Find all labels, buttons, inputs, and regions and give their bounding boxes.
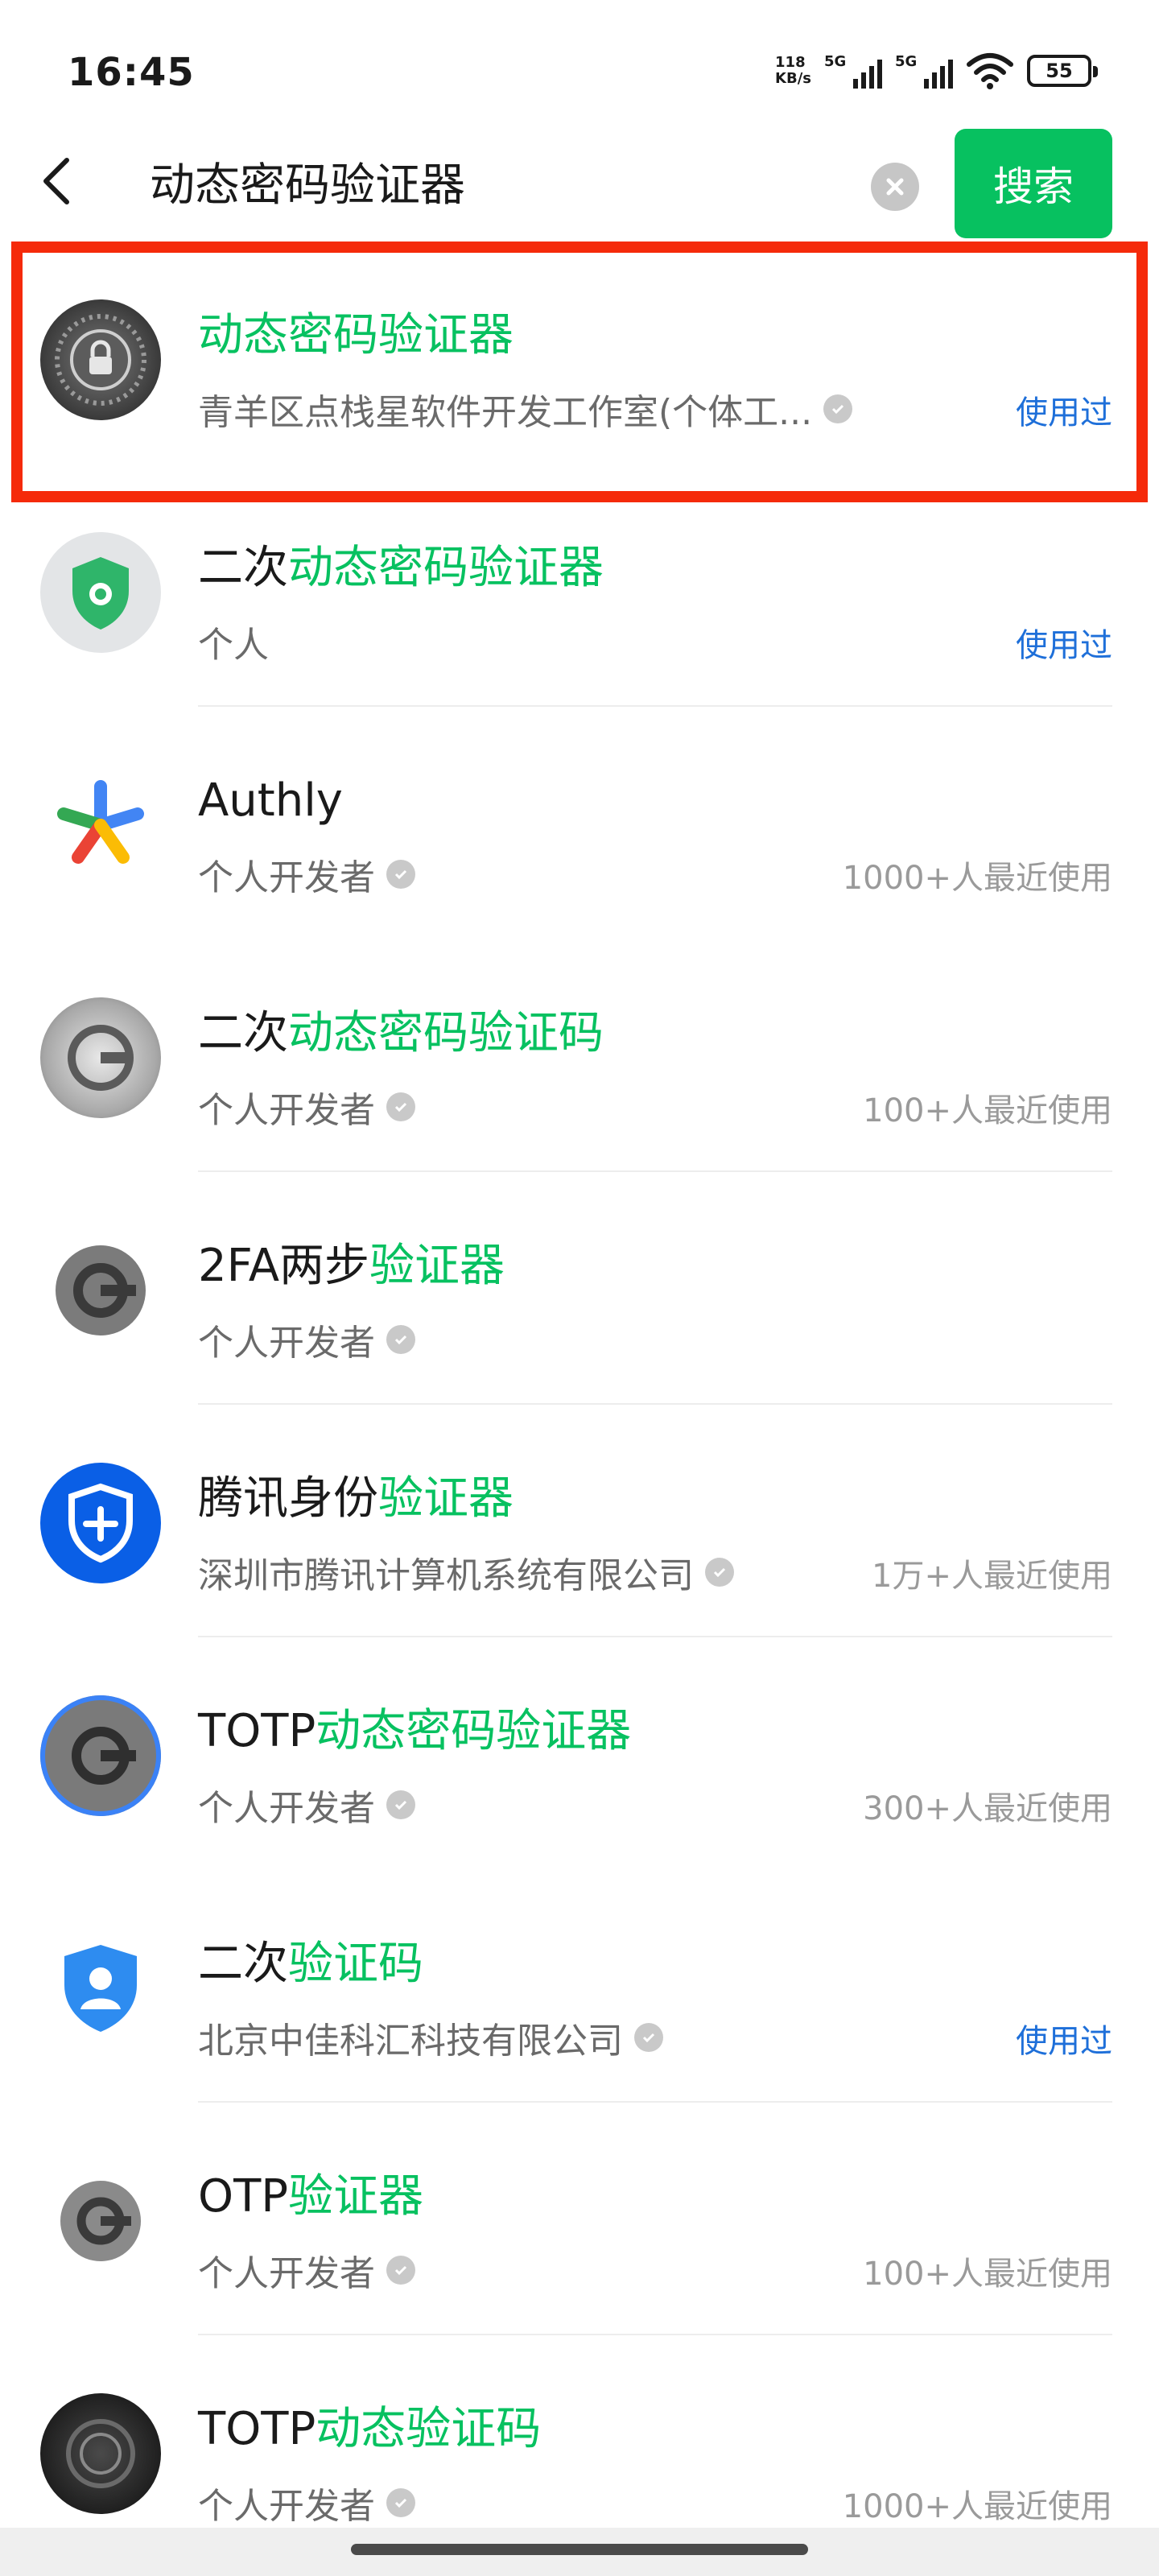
result-subtitle: 个人开发者	[198, 1081, 415, 1133]
verified-badge-icon	[386, 2256, 415, 2285]
result-title: 二次动态密码验证码	[198, 1007, 604, 1059]
result-item[interactable]: 腾讯身份验证器 深圳市腾讯计算机系统有限公司 1万+人最近使用	[0, 1405, 1159, 1637]
verified-badge-icon	[705, 1558, 734, 1587]
status-indicators: 118 KB/s 5G 5G 55	[775, 47, 1098, 95]
result-subtitle: 深圳市腾讯计算机系统有限公司	[198, 1546, 734, 1598]
search-input[interactable]	[150, 153, 842, 209]
result-subtitle: 北京中佳科汇科技有限公司	[198, 2012, 663, 2063]
back-button[interactable]	[24, 149, 89, 213]
battery-level: 55	[1046, 60, 1073, 82]
result-title: 腾讯身份验证器	[198, 1472, 514, 1525]
colorful-star-icon	[40, 765, 161, 886]
gray-g-icon	[40, 2161, 161, 2281]
result-meta: 100+人最近使用	[863, 1092, 1112, 1129]
signal-2-label: 5G	[895, 53, 918, 70]
network-speed: 118 KB/s	[775, 55, 811, 87]
result-item[interactable]: 二次验证码 北京中佳科汇科技有限公司 使用过	[0, 1870, 1159, 2103]
result-meta: 1000+人最近使用	[842, 2488, 1112, 2525]
gray-g-icon	[40, 1230, 161, 1351]
results-list: 动态密码验证器 青羊区点栈星软件开发工作室(个体工... 使用过 二次动态密码验…	[0, 242, 1159, 2568]
result-item[interactable]: OTP验证器 个人开发者 100+人最近使用	[0, 2103, 1159, 2335]
green-shield-icon	[40, 532, 161, 653]
status-time: 16:45	[68, 50, 195, 95]
result-title: 二次动态密码验证器	[198, 542, 604, 594]
verified-badge-icon	[386, 2488, 415, 2517]
result-subtitle: 个人开发者	[198, 1314, 415, 1365]
result-meta: 300+人最近使用	[863, 1790, 1112, 1827]
verified-badge-icon	[634, 2023, 663, 2052]
result-meta: 使用过	[1016, 627, 1112, 664]
signal-2-icon: 5G	[895, 53, 953, 89]
result-item[interactable]: Authly 个人开发者 1000+人最近使用	[0, 707, 1159, 939]
result-item[interactable]: 动态密码验证器 青羊区点栈星软件开发工作室(个体工... 使用过	[0, 242, 1159, 474]
result-item[interactable]: TOTP动态密码验证器 个人开发者 300+人最近使用	[0, 1637, 1159, 1870]
result-meta: 使用过	[1016, 394, 1112, 431]
search-button[interactable]: 搜索	[955, 129, 1112, 238]
result-meta: 100+人最近使用	[863, 2256, 1112, 2293]
blue-shield-plus-icon	[40, 1463, 161, 1583]
result-title: Authly	[198, 774, 343, 827]
status-bar: 16:45 118 KB/s 5G 5G 55	[0, 0, 1159, 121]
network-speed-unit: KB/s	[775, 70, 811, 87]
result-item[interactable]: 二次动态密码验证码 个人开发者 100+人最近使用	[0, 939, 1159, 1172]
clear-button[interactable]	[871, 163, 919, 211]
chevron-left-icon	[43, 158, 69, 204]
result-meta: 1000+人最近使用	[842, 860, 1112, 897]
result-item[interactable]: 2FA两步验证器 个人开发者	[0, 1172, 1159, 1405]
verified-badge-icon	[386, 1790, 415, 1819]
lock-dial-icon	[40, 299, 161, 420]
home-indicator[interactable]	[351, 2544, 808, 2555]
result-title: OTP验证器	[198, 2170, 424, 2223]
result-subtitle: 个人开发者	[198, 2244, 415, 2296]
result-subtitle: 个人开发者	[198, 2477, 415, 2529]
result-subtitle: 个人开发者	[198, 1779, 415, 1831]
result-meta: 使用过	[1016, 2023, 1112, 2060]
metal-g-icon	[40, 997, 161, 1118]
search-bar: 搜索	[0, 121, 1159, 242]
result-title: 动态密码验证器	[198, 309, 514, 361]
battery-icon: 55	[1027, 55, 1098, 87]
blue-ring-g-icon	[40, 1695, 161, 1816]
result-title: 二次验证码	[198, 1938, 423, 1990]
result-meta: 1万+人最近使用	[872, 1558, 1112, 1595]
result-item[interactable]: 二次动态密码验证器 个人 使用过	[0, 474, 1159, 707]
result-title: TOTP动态密码验证器	[198, 1705, 632, 1757]
network-speed-value: 118	[775, 54, 806, 71]
blue-user-shield-icon	[40, 1928, 161, 2049]
result-subtitle: 个人开发者	[198, 848, 415, 900]
signal-1-label: 5G	[824, 53, 847, 70]
result-subtitle: 青羊区点栈星软件开发工作室(个体工...	[198, 383, 853, 435]
result-subtitle: 个人	[198, 625, 269, 666]
result-title: TOTP动态验证码	[198, 2403, 542, 2455]
wifi-icon	[967, 53, 1013, 89]
gesture-bar	[0, 2528, 1159, 2576]
result-title: 2FA两步验证器	[198, 1240, 505, 1292]
verified-badge-icon	[386, 1092, 415, 1121]
close-icon	[886, 178, 904, 196]
dark-dial-icon	[40, 2393, 161, 2514]
signal-1-icon: 5G	[824, 53, 882, 89]
verified-badge-icon	[386, 1325, 415, 1354]
verified-badge-icon	[386, 860, 415, 889]
verified-badge-icon	[823, 394, 853, 423]
